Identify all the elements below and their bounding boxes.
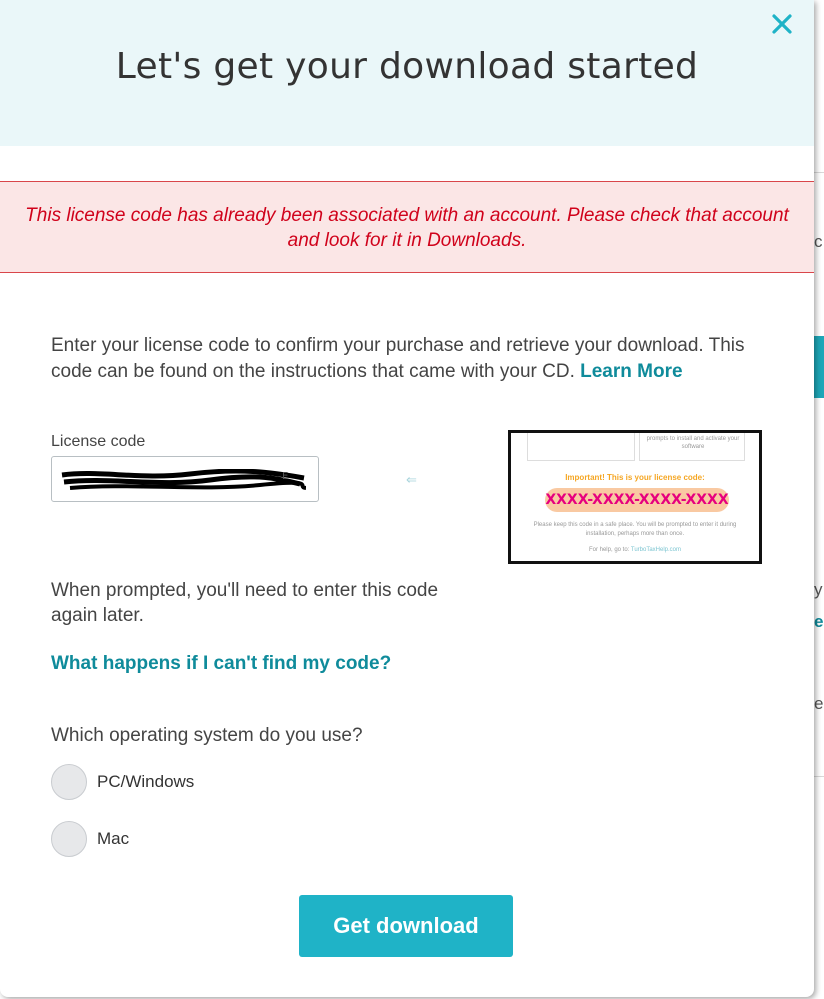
radio-label: Mac	[97, 829, 130, 848]
os-question: Which operating system do you use?	[51, 725, 363, 746]
card-help: For help, go to: TurboTaxHelp.com	[511, 547, 759, 553]
background-text-fragment: c	[814, 232, 823, 251]
os-option-windows[interactable]: PC/Windows	[51, 764, 351, 800]
card-box-text: prompts to install and activate your sof…	[646, 436, 740, 450]
card-important-text: Important! This is your license code:	[565, 473, 705, 482]
error-banner: This license code has already been assoc…	[0, 181, 814, 273]
card-license-code: XXXX-XXXX-XXXX-XXXX	[545, 488, 729, 512]
background-link-fragment: e	[814, 612, 824, 631]
intro-text: Enter your license code to confirm your …	[51, 333, 771, 385]
background-divider	[814, 776, 824, 777]
arrow-left-icon: ⇐	[406, 472, 417, 487]
prompt-note: When prompted, you'll need to enter this…	[51, 580, 439, 626]
license-code-input[interactable]: E	[51, 456, 319, 502]
background-divider	[814, 172, 824, 173]
background-text-fragment: e	[814, 694, 824, 713]
redaction-scribble: E	[61, 469, 306, 490]
close-button[interactable]	[768, 10, 796, 38]
os-option-mac[interactable]: Mac	[51, 821, 351, 857]
card-help-prefix: For help, go to:	[588, 547, 631, 553]
radio-button[interactable]	[51, 821, 87, 857]
card-help-link: TurboTaxHelp.com	[630, 547, 682, 553]
card-box: prompts to install and activate your sof…	[639, 433, 745, 461]
download-modal: Let's get your download started This lic…	[0, 0, 814, 997]
error-message: This license code has already been assoc…	[25, 205, 789, 251]
radio-label: PC/Windows	[97, 772, 195, 791]
close-icon	[772, 14, 792, 34]
modal-header: Let's get your download started	[0, 0, 814, 146]
get-download-button[interactable]: Get download	[299, 895, 513, 957]
cant-find-code-link[interactable]: What happens if I can't find my code?	[51, 653, 391, 675]
license-code-sample-image: prompts to install and activate your sof…	[508, 430, 762, 564]
background-button	[814, 336, 824, 398]
svg-text:E: E	[282, 471, 288, 482]
modal-title: Let's get your download started	[115, 46, 699, 87]
card-note: Please keep this code in a safe place. Y…	[533, 522, 737, 537]
card-box	[527, 433, 635, 461]
learn-more-link[interactable]: Learn More	[580, 361, 682, 382]
license-code-label: License code	[51, 433, 146, 450]
radio-button[interactable]	[51, 764, 87, 800]
background-text-fragment: y	[814, 580, 823, 599]
